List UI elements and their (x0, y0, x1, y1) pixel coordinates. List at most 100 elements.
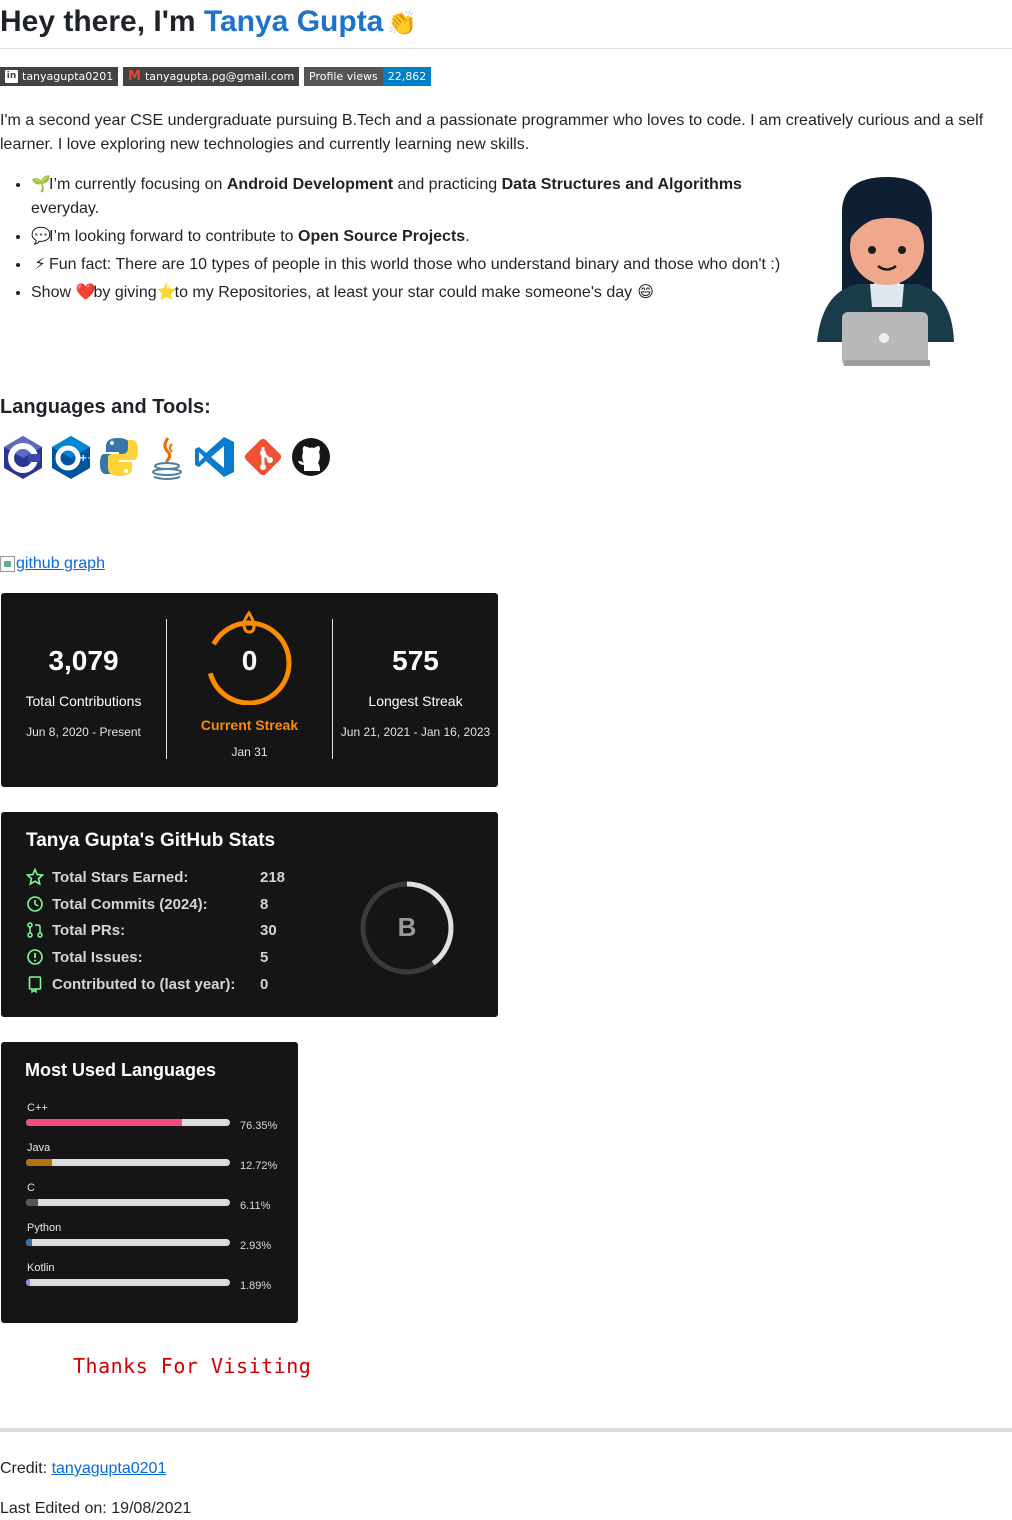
language-bar-fill (26, 1239, 32, 1246)
stat-row: Total PRs: 30 (26, 920, 300, 940)
language-name: Python (27, 1222, 62, 1234)
list-item: Show ❤️by giving⭐to my Repositories, at … (31, 281, 790, 305)
language-percent: 12.72% (240, 1160, 278, 1172)
github-icon[interactable] (290, 434, 332, 480)
longest-streak-value: 575 (392, 645, 439, 676)
language-name: Java (27, 1142, 51, 1154)
stat-value: 5 (260, 948, 269, 966)
list-text: to my Repositories, at least your star c… (174, 284, 637, 301)
most-used-languages-card: Most Used Languages C++ 76.35% Java 12.72% C… (1, 1042, 298, 1323)
pull-request-icon (27, 922, 43, 938)
intro-paragraph: I'm a second year CSE undergraduate purs… (0, 112, 984, 153)
tools-row: ++ (2, 434, 332, 480)
languages-card-title: Most Used Languages (25, 1060, 217, 1080)
language-bar-fill (26, 1199, 39, 1206)
language-bar (26, 1119, 230, 1126)
gmail-icon: M (128, 69, 141, 84)
credit-link[interactable]: tanyagupta0201 (52, 1460, 167, 1477)
linkedin-badge[interactable]: in tanyagupta0201 (0, 67, 119, 86)
stat-label: Total Commits (2024): (52, 895, 208, 913)
profile-views-count: 22,862 (382, 67, 432, 86)
language-percent: 1.89% (240, 1280, 272, 1292)
stats-title: Tanya Gupta's GitHub Stats (26, 830, 276, 851)
language-bar (26, 1199, 230, 1206)
language-bar (26, 1159, 230, 1166)
github-graph-alt: github graph (16, 555, 105, 572)
python-icon[interactable] (98, 434, 140, 480)
git-icon[interactable] (242, 434, 284, 480)
java-icon[interactable] (146, 434, 188, 480)
about-list: 🌱I’m currently focusing on Android Devel… (0, 173, 790, 309)
stat-row: Total Commits (2024): 8 (26, 894, 300, 914)
language-name: C (27, 1182, 35, 1194)
profile-views-label: Profile views (304, 67, 383, 86)
stat-row: Total Stars Earned: 218 (26, 867, 300, 887)
total-contributions-label: Total Contributions (25, 693, 142, 709)
list-text: and practicing (393, 176, 502, 193)
stat-row: Contributed to (last year): 0 (26, 974, 300, 994)
current-streak-date: Jan 31 (231, 745, 268, 759)
github-graph-link[interactable]: github graph (0, 553, 105, 575)
list-text: . (465, 228, 470, 245)
vscode-icon[interactable] (194, 434, 236, 480)
list-item: 🌱I’m currently focusing on Android Devel… (31, 173, 790, 221)
star-emoji-icon: ⭐ (156, 284, 177, 301)
thanks-text: Thanks For Visiting (73, 1354, 312, 1378)
coding-girl-illustration (817, 177, 954, 366)
list-bold: Open Source Projects (298, 228, 466, 245)
gmail-address: tanyagupta.pg@gmail.com (144, 70, 295, 83)
total-contributions-range: Jun 8, 2020 - Present (26, 725, 141, 739)
language-bar-fill (26, 1279, 30, 1286)
linkedin-username: tanyagupta0201 (22, 70, 114, 83)
list-text: I’m currently focusing on (49, 176, 227, 193)
language-bar (26, 1279, 230, 1286)
list-text: by giving (93, 284, 157, 301)
language-name: Kotlin (27, 1262, 55, 1274)
speech-bubble-icon: 💬 (31, 228, 51, 245)
language-bar-fill (26, 1119, 182, 1126)
page-title: Hey there, I'm Tanya Gupta 👏 (0, 2, 417, 44)
profile-views-badge: Profile views 22,862 (304, 67, 432, 86)
credit-label: Credit: (0, 1460, 52, 1477)
language-percent: 6.11% (240, 1200, 271, 1212)
list-item: ⚡Fun fact: There are 10 types of people … (31, 253, 790, 277)
c-icon[interactable] (2, 434, 44, 480)
languages-heading: Languages and Tools: (0, 396, 211, 418)
longest-streak-range: Jun 21, 2021 - Jan 16, 2023 (340, 725, 491, 739)
broken-image-icon (0, 556, 15, 572)
language-bar (26, 1239, 230, 1246)
stat-value: 0 (260, 975, 269, 993)
language-name: C++ (27, 1102, 48, 1114)
svg-text:++: ++ (79, 453, 92, 464)
list-text: Show (31, 284, 76, 301)
smile-icon: 😄 (637, 284, 654, 301)
gmail-badge[interactable]: Mtanyagupta.pg@gmail.com (123, 67, 300, 86)
stat-value: 218 (260, 868, 286, 886)
history-icon (27, 896, 43, 912)
stat-row: Total Issues: 5 (26, 947, 300, 967)
stat-value: 30 (260, 921, 277, 939)
current-streak-label: Current Streak (200, 717, 299, 733)
total-contributions-value: 3,079 (48, 645, 119, 676)
star-icon (26, 868, 44, 886)
list-text: Fun fact: There are 10 types of people i… (49, 256, 781, 273)
last-edited: Last Edited on: 19/08/2021 (0, 1500, 192, 1517)
seedling-icon: 🌱 (31, 176, 51, 193)
stat-label: Total Issues: (52, 948, 143, 966)
clapping-hands-icon: 👏 (387, 10, 418, 37)
streak-stats-card: 3,079 Total Contributions Jun 8, 2020 - … (1, 593, 498, 787)
cplusplus-icon[interactable]: ++ (50, 434, 92, 480)
list-text: I’m looking forward to contribute to (49, 228, 299, 245)
stat-label: Total Stars Earned: (52, 868, 189, 886)
language-percent: 76.35% (240, 1120, 278, 1132)
stat-label: Total PRs: (52, 921, 126, 939)
list-bold: Android Development (226, 176, 394, 193)
rank-letter: B (397, 912, 417, 942)
list-text: everyday. (31, 200, 100, 217)
title-divider (0, 48, 1012, 49)
credit-line: Credit: tanyagupta0201 (0, 1458, 166, 1480)
language-bar-fill (26, 1159, 52, 1166)
heart-icon: ❤️ (75, 284, 96, 301)
lightning-icon: ⚡ (34, 256, 46, 273)
greeting-text: Hey there, I'm (0, 5, 204, 38)
